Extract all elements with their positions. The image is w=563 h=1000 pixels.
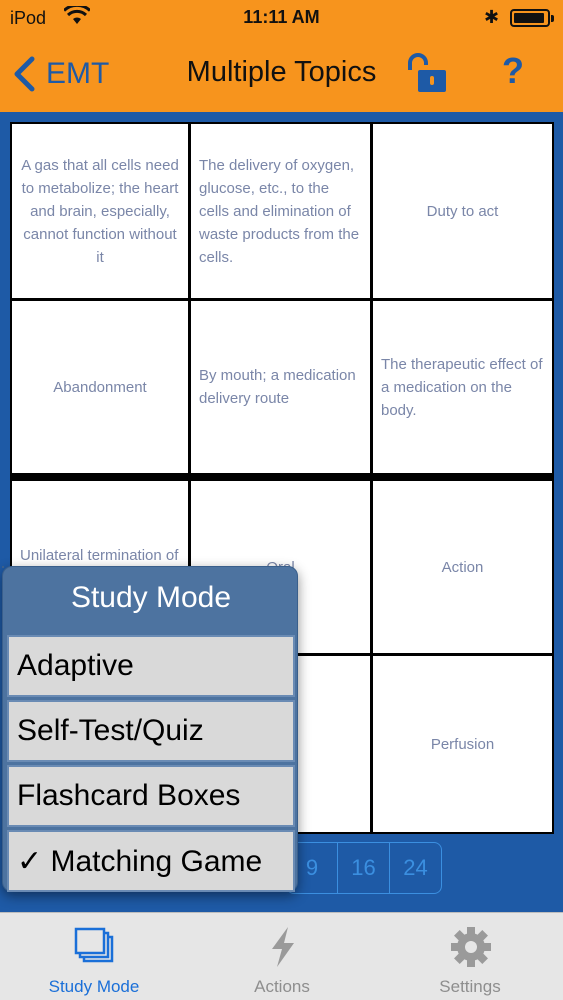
- tab-settings[interactable]: Settings: [376, 913, 563, 1000]
- study-mode-menu: Study Mode Adaptive Self-Test/Quiz Flash…: [2, 566, 298, 892]
- tab-actions[interactable]: Actions: [188, 913, 376, 1000]
- study-mode-option-flashcard-boxes[interactable]: Flashcard Boxes: [7, 765, 295, 827]
- card-count-option[interactable]: 16: [337, 843, 389, 893]
- card-count-selector: 9 16 24: [286, 842, 442, 894]
- match-card[interactable]: Duty to act: [373, 124, 552, 298]
- popover-arrow: [2, 566, 4, 568]
- battery-icon: [510, 9, 554, 27]
- navigation-bar: EMT Multiple Topics ?: [0, 40, 563, 110]
- status-time: 11:11 AM: [243, 7, 320, 27]
- tab-bar: Study Mode Actions Settings: [0, 912, 563, 1000]
- gear-icon: [451, 927, 491, 967]
- bluetooth-icon: ✱: [484, 7, 500, 27]
- match-card[interactable]: The delivery of oxygen, glucose, etc., t…: [191, 124, 370, 298]
- tab-label: Actions: [254, 977, 310, 996]
- tab-label: Study Mode: [48, 977, 140, 996]
- tab-study-mode[interactable]: Study Mode: [0, 913, 188, 1000]
- match-card[interactable]: Action: [373, 481, 552, 653]
- card-count-option[interactable]: 24: [389, 843, 441, 893]
- cards-icon: [74, 927, 114, 963]
- study-mode-option-matching-game[interactable]: ✓ Matching Game: [7, 830, 295, 892]
- help-button[interactable]: ?: [502, 50, 524, 92]
- unlock-icon[interactable]: [404, 52, 448, 94]
- study-mode-option-self-test[interactable]: Self-Test/Quiz: [7, 700, 295, 762]
- match-card[interactable]: By mouth; a medication delivery route: [191, 301, 370, 473]
- page-title: Multiple Topics: [186, 56, 377, 88]
- match-card[interactable]: Abandonment: [12, 301, 188, 473]
- top-bar: iPod 11:11 AM ✱ EMT Multiple Topics ?: [0, 0, 563, 112]
- match-card[interactable]: Perfusion: [373, 656, 552, 832]
- match-card[interactable]: The therapeutic effect of a medication o…: [373, 301, 552, 473]
- status-bar: iPod 11:11 AM ✱: [0, 0, 563, 36]
- study-mode-option-adaptive[interactable]: Adaptive: [7, 635, 295, 697]
- match-card[interactable]: A gas that all cells need to metabolize;…: [12, 124, 188, 298]
- study-mode-menu-title: Study Mode: [70, 581, 232, 614]
- tab-label: Settings: [439, 977, 501, 996]
- lightning-icon: [272, 927, 294, 967]
